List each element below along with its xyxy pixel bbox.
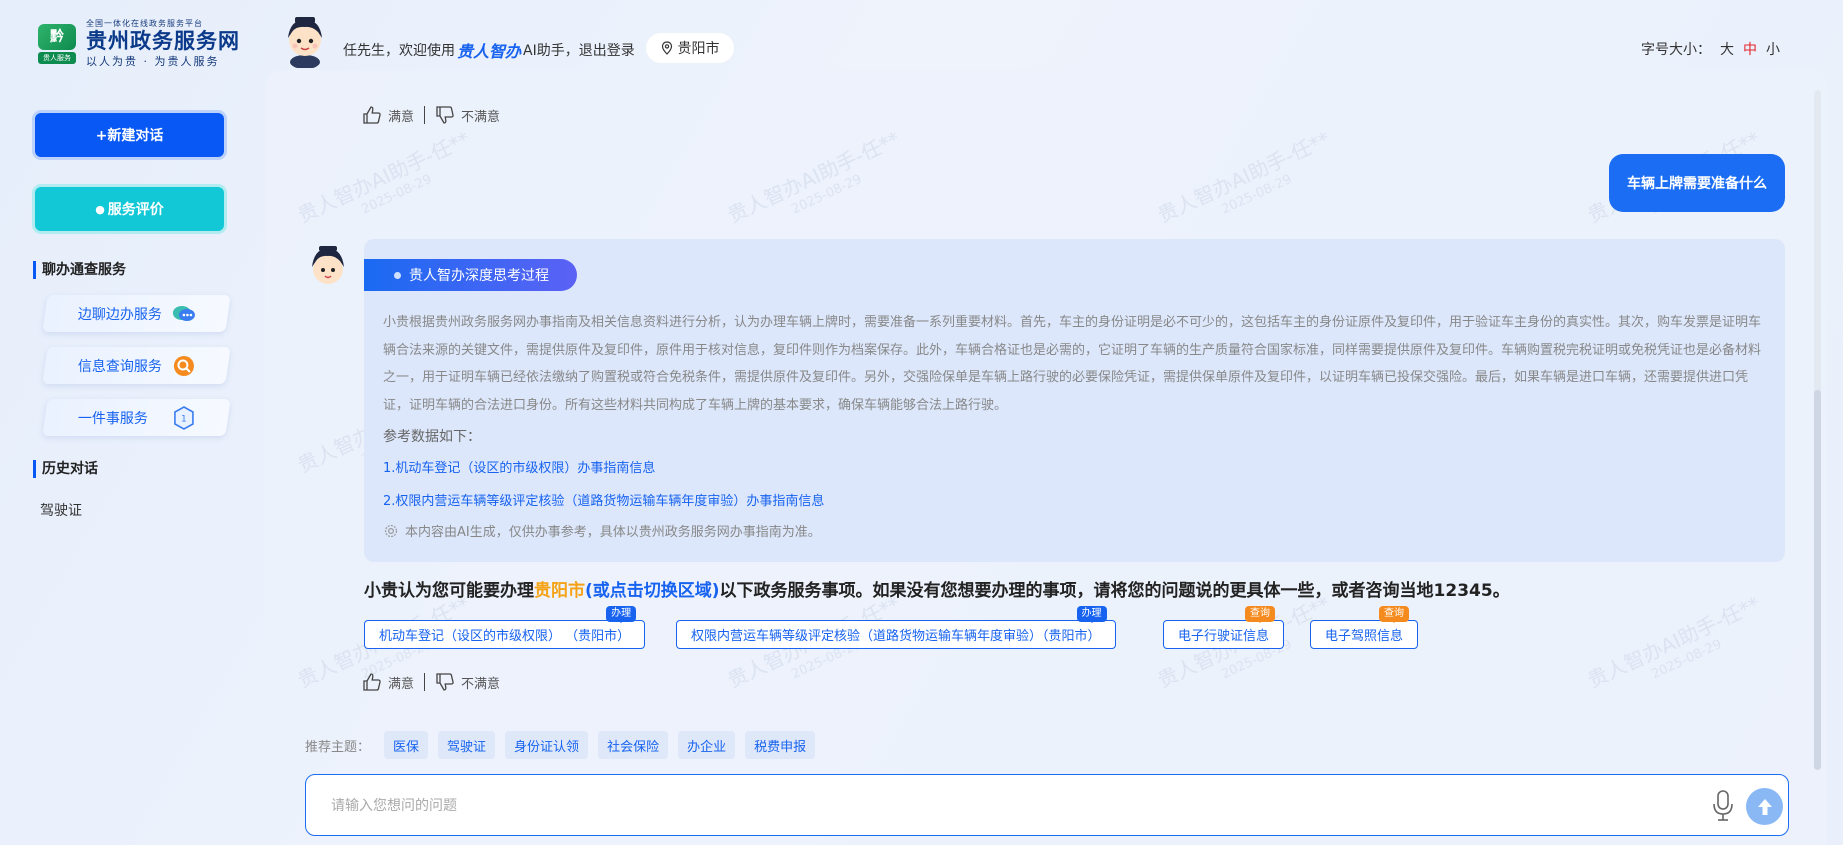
chat-scrollbar[interactable]	[1814, 90, 1821, 770]
thumbs-down-icon[interactable]	[435, 105, 455, 125]
reference-link[interactable]: 1.机动车登记（设区的市级权限）办事指南信息	[383, 457, 655, 476]
query-badge: 查询	[1379, 606, 1410, 623]
query-badge: 查询	[1245, 606, 1276, 623]
service-chip[interactable]: 权限内营运车辆等级评定核验（道路货物运输车辆年度审验）（贵阳市） 办理	[676, 606, 1116, 649]
topic-chip[interactable]: 办企业	[678, 731, 736, 759]
location-pin-icon	[661, 41, 672, 55]
service-chat-handle[interactable]: 边聊边办服务	[42, 295, 231, 332]
watermark: 贵人智办AI助手-任**2025-08-29	[1584, 591, 1764, 693]
unsatisfied-button[interactable]: 不满意	[461, 673, 500, 692]
thinking-process-text: 小贵根据贵州政务服务网办事指南及相关信息资料进行分析，认为办理车辆上牌时，需要准…	[383, 315, 1762, 413]
satisfied-button[interactable]: 满意	[388, 673, 414, 692]
topic-chip[interactable]: 社会保险	[598, 731, 669, 759]
watermark: 贵人智办AI助手-任**2025-08-29	[294, 592, 473, 693]
one-thing-icon: 1	[172, 405, 196, 430]
font-size-small[interactable]: 小	[1766, 39, 1780, 59]
thumbs-down-icon[interactable]	[435, 672, 455, 692]
service-chip[interactable]: 电子行驶证信息 查询	[1163, 606, 1285, 649]
topic-chip[interactable]: 医保	[384, 731, 429, 759]
message-input-box	[305, 774, 1789, 836]
handle-badge: 办理	[1076, 606, 1107, 623]
topic-chip[interactable]: 身份证认领	[505, 731, 589, 759]
gear-icon	[384, 524, 398, 537]
thumbs-up-icon[interactable]	[362, 105, 382, 125]
topics-label: 推荐主题：	[305, 739, 371, 755]
watermark: 贵人智办AI助手-任**2025-08-29	[724, 592, 903, 693]
assistant-avatar-icon	[288, 17, 322, 68]
switch-region-link[interactable]: (或点击切换区域)	[585, 581, 720, 601]
location-selector[interactable]: 贵阳市	[646, 33, 734, 63]
history-item[interactable]: 驾驶证	[40, 500, 82, 520]
welcome-message: 任先生，欢迎使用 贵人智办 AI助手， 退出登录	[343, 38, 635, 62]
scrollbar-thumb[interactable]	[1814, 390, 1821, 770]
watermark: 贵人智办AI助手-任**2025-08-29	[724, 126, 904, 228]
svg-text:1: 1	[181, 414, 187, 424]
service-info-query[interactable]: 信息查询服务	[42, 347, 231, 384]
thumbs-up-icon[interactable]	[362, 672, 382, 692]
section-title-history: 历史对话	[33, 460, 98, 478]
divider	[424, 106, 426, 124]
microphone-icon[interactable]	[1710, 789, 1736, 823]
logout-link[interactable]: 退出登录	[579, 40, 635, 60]
font-size-label: 字号大小：	[1641, 42, 1711, 58]
topic-chip[interactable]: 税费申报	[745, 731, 816, 759]
new-chat-button[interactable]: +新建对话	[35, 113, 224, 157]
user-message-bubble: 车辆上牌需要准备什么	[1609, 154, 1785, 212]
service-one-thing[interactable]: 一件事服务 1	[42, 399, 231, 436]
logo-tagline: 全国一体化在线政务服务平台	[86, 19, 203, 28]
font-size-switcher: 字号大小： 大 中 小	[1641, 39, 1780, 59]
search-icon	[172, 354, 196, 378]
suggestion-text: 小贵认为您可能要办理贵阳市(或点击切换区域)以下政务服务事项。如果没有您想要办理…	[364, 581, 1510, 601]
bot-avatar-icon	[312, 246, 344, 284]
handle-badge: 办理	[606, 606, 637, 623]
logo-title: 贵州政务服务网	[86, 29, 240, 53]
divider	[424, 673, 426, 691]
satisfied-button[interactable]: 满意	[388, 106, 414, 125]
font-size-large[interactable]: 大	[1720, 39, 1734, 59]
watermark: 贵人智办AI助手-任**2025-08-29	[1154, 126, 1334, 228]
reference-link[interactable]: 2.权限内营运车辆等级评定核验（道路货物运输车辆年度审验）办事指南信息	[383, 490, 824, 509]
feedback-row: 满意 不满意	[362, 105, 500, 125]
dot-icon	[394, 272, 401, 279]
message-input[interactable]	[331, 793, 1681, 819]
thinking-process-tag[interactable]: 贵人智办深度思考过程	[364, 259, 577, 291]
header: 黔 贵人服务 全国一体化在线政务服务平台 贵州政务服务网 以人为贵 · 为贵人服…	[0, 0, 1843, 70]
feedback-row: 满意 不满意	[362, 672, 500, 692]
suggested-city: 贵阳市	[534, 581, 585, 601]
recommended-topics: 推荐主题： 医保 驾驶证 身份证认领 社会保险 办企业 税费申报	[305, 731, 825, 759]
service-chip[interactable]: 电子驾照信息 查询	[1310, 606, 1419, 649]
chat-icon	[172, 302, 196, 326]
arrow-up-icon	[1757, 798, 1772, 815]
logo-slogan: 以人为贵 · 为贵人服务	[86, 55, 220, 68]
topic-chip[interactable]: 驾驶证	[438, 731, 496, 759]
site-logo[interactable]: 黔 贵人服务 全国一体化在线政务服务平台 贵州政务服务网 以人为贵 · 为贵人服…	[36, 18, 240, 69]
font-size-medium[interactable]: 中	[1743, 39, 1757, 59]
section-title-services: 聊办通查服务	[33, 261, 126, 279]
service-chip[interactable]: 机动车登记（设区的市级权限） （贵阳市） 办理	[364, 606, 646, 649]
service-rating-button[interactable]: ● 服务评价	[35, 187, 224, 231]
send-button[interactable]	[1746, 788, 1783, 825]
ai-disclaimer: 本内容由AI生成，仅供办事参考，具体以贵州政务服务网办事指南为准。	[383, 521, 821, 540]
brand-name: 贵人智办	[457, 42, 522, 61]
logo-mark-icon: 黔 贵人服务	[36, 22, 80, 66]
rating-icon: ●	[95, 202, 105, 216]
reference-title: 参考数据如下：	[383, 429, 481, 445]
unsatisfied-button[interactable]: 不满意	[461, 106, 500, 125]
watermark: 贵人智办AI助手-任**2025-08-29	[294, 126, 474, 228]
